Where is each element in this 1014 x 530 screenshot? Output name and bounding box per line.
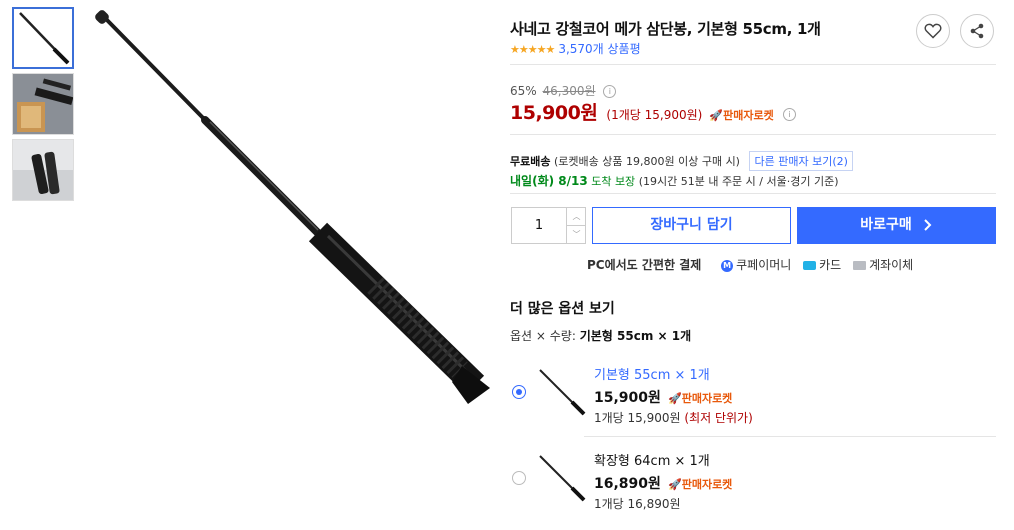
rating-row[interactable]: ★★★★★ 3,570개 상품평 — [510, 40, 641, 57]
shipping-row: 무료배송 (로켓배송 상품 19,800원 이상 구매 시) 다른 판매자 보기… — [510, 151, 853, 171]
add-to-cart-button[interactable]: 장바구니 담기 — [592, 207, 791, 244]
rocket-icon: 🚀 — [668, 478, 682, 491]
option-price: 16,890원 — [594, 476, 661, 492]
product-title: 사네고 강철코어 메가 삼단봉, 기본형 55cm, 1개 — [510, 20, 821, 38]
option-item[interactable]: 확장형 64cm × 1개 16,890원 🚀판매자로켓 1개당 16,890원 — [510, 442, 996, 518]
quantity-input[interactable]: 1 — [512, 208, 566, 243]
option-price: 15,900원 — [594, 390, 661, 406]
thumbnail-2[interactable] — [12, 73, 74, 135]
current-price: 15,900원 — [510, 102, 598, 124]
rocket-icon: 🚀 — [668, 392, 682, 405]
baton-image — [14, 9, 72, 67]
baton-pack-image — [13, 74, 73, 134]
coupay-icon: M — [721, 259, 734, 272]
coupay-label: 쿠페이머니 — [736, 258, 792, 272]
bank-icon — [853, 261, 867, 270]
option-item[interactable]: 기본형 55cm × 1개 15,900원 🚀판매자로켓 1개당 15,900원… — [510, 356, 996, 432]
seller-rocket-label: 판매자로켓 — [681, 478, 733, 491]
option-thumbnail — [539, 455, 586, 502]
option-summary-value: 기본형 55cm × 1개 — [579, 329, 692, 343]
rating-stars: ★★★★★ — [510, 43, 555, 56]
option-unit-price: 1개당 16,890원 — [594, 497, 681, 511]
arrival-note: (19시간 51분 내 주문 시 / 서울·경기 기준) — [638, 175, 839, 188]
chevron-down-icon: ﹀ — [572, 230, 581, 239]
original-price: 46,300원 — [542, 84, 596, 98]
payment-label: PC에서도 간편한 결제 — [587, 258, 702, 272]
heart-icon — [924, 23, 942, 39]
chevron-up-icon: ︿ — [572, 212, 581, 221]
discount-rate: 65% — [510, 84, 537, 98]
coupay-money[interactable]: M 쿠페이머니 — [721, 258, 791, 272]
option-thumbnail — [539, 369, 586, 416]
other-sellers-button[interactable]: 다른 판매자 보기(2) — [749, 151, 853, 171]
more-options-header: 더 많은 옵션 보기 — [510, 301, 615, 317]
option-name: 기본형 55cm × 1개 — [594, 368, 710, 383]
main-product-image — [80, 0, 500, 420]
divider — [510, 193, 996, 194]
share-icon — [970, 23, 984, 39]
quantity-stepper: 1 ︿ ﹀ — [511, 207, 586, 244]
seller-rocket-badge: 🚀판매자로켓 — [709, 109, 773, 122]
divider — [510, 134, 996, 135]
bank-transfer[interactable]: 계좌이체 — [853, 258, 913, 272]
seller-rocket-badge: 🚀판매자로켓 — [668, 478, 732, 491]
divider — [510, 64, 996, 65]
option-summary: 옵션 × 수량: 기본형 55cm × 1개 — [510, 327, 691, 344]
option-summary-prefix: 옵션 × 수량: — [510, 329, 576, 343]
buy-now-label: 바로구매 — [860, 217, 912, 233]
buy-now-button[interactable]: 바로구매 — [797, 207, 996, 244]
option-unit-row: 1개당 16,890원 — [594, 495, 681, 512]
info-icon[interactable]: i — [603, 85, 617, 98]
arrival-date: 내일(화) 8/13 — [510, 174, 588, 188]
shipping-condition: (로켓배송 상품 19,800원 이상 구매 시) — [553, 155, 740, 168]
arrival-suffix: 도착 보장 — [591, 175, 636, 188]
thumbnail-3[interactable] — [12, 139, 74, 201]
share-button[interactable] — [960, 14, 994, 48]
option-radio[interactable] — [512, 385, 526, 399]
option-unit-price: 1개당 15,900원 — [594, 411, 681, 425]
discount-row: 65% 46,300원 i — [510, 82, 617, 99]
card-label: 카드 — [819, 258, 842, 272]
quantity-increase-button[interactable]: ︿ — [566, 208, 586, 226]
option-price-row: 15,900원 🚀판매자로켓 — [594, 387, 732, 407]
card-payment[interactable]: 카드 — [803, 258, 841, 272]
thumbnail-1[interactable] — [12, 7, 74, 69]
quantity-decrease-button[interactable]: ﹀ — [566, 226, 586, 243]
option-radio[interactable] — [512, 471, 526, 485]
free-shipping: 무료배송 — [510, 155, 551, 168]
option-unit-row: 1개당 15,900원 (최저 단위가) — [594, 409, 753, 426]
bank-label: 계좌이체 — [869, 258, 914, 272]
unit-price: (1개당 15,900원) — [606, 108, 703, 122]
card-icon — [803, 261, 817, 270]
info-icon[interactable]: i — [782, 108, 796, 121]
divider — [584, 436, 996, 437]
price-row: 15,900원 (1개당 15,900원) 🚀판매자로켓 i — [510, 98, 796, 125]
seller-rocket-badge: 🚀판매자로켓 — [668, 392, 732, 405]
option-price-row: 16,890원 🚀판매자로켓 — [594, 473, 732, 493]
option-lowest-note: (최저 단위가) — [684, 411, 753, 425]
arrival-row: 내일(화) 8/13 도착 보장 (19시간 51분 내 주문 시 / 서울·경… — [510, 172, 839, 189]
baton-closed-image — [13, 140, 73, 200]
chevron-right-icon — [923, 219, 932, 231]
review-count[interactable]: 3,570개 상품평 — [558, 42, 640, 56]
wishlist-button[interactable] — [916, 14, 950, 48]
rocket-icon: 🚀 — [709, 109, 724, 122]
payment-row: PC에서도 간편한 결제 M 쿠페이머니 카드 계좌이체 — [587, 256, 913, 273]
seller-rocket-label: 판매자로켓 — [723, 109, 774, 122]
seller-rocket-label: 판매자로켓 — [681, 392, 733, 405]
option-name: 확장형 64cm × 1개 — [594, 454, 710, 469]
